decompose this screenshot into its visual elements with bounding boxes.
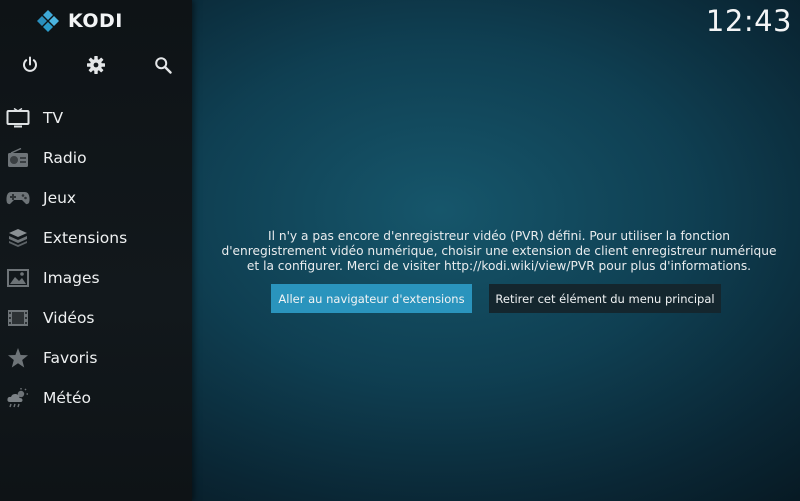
kodi-logo-text: KODI xyxy=(68,10,123,32)
message-line: d'enregistrement vidéo numérique, choisi… xyxy=(221,244,777,258)
gamepad-icon xyxy=(6,186,30,210)
menu-item-tv[interactable]: TV xyxy=(0,98,192,138)
menu-item-images[interactable]: Images xyxy=(0,258,192,298)
menu-label: Favoris xyxy=(43,349,98,367)
pvr-info-message: Il n'y a pas encore d'enregistreur vidéo… xyxy=(206,229,792,274)
remove-from-main-menu-button[interactable]: Retirer cet élément du menu principal xyxy=(489,284,721,313)
menu-label: Extensions xyxy=(43,229,128,247)
menu-label: Vidéos xyxy=(43,309,95,327)
search-icon[interactable] xyxy=(150,52,176,78)
sidebar: KODI TV Radio Jeux Extensions Images Vid… xyxy=(0,0,192,501)
clock: 12:43 xyxy=(705,4,792,38)
message-line: Il n'y a pas encore d'enregistreur vidéo… xyxy=(267,229,731,243)
menu-label: Radio xyxy=(43,149,87,167)
image-icon xyxy=(6,266,30,290)
tv-icon xyxy=(6,106,30,130)
kodi-home-screen: KODI TV Radio Jeux Extensions Images Vid… xyxy=(0,0,800,501)
kodi-logo: KODI xyxy=(36,8,123,34)
menu-item-extensions[interactable]: Extensions xyxy=(0,218,192,258)
star-icon xyxy=(6,346,30,370)
menu-item-games[interactable]: Jeux xyxy=(0,178,192,218)
menu-label: TV xyxy=(43,109,64,127)
kodi-logo-icon xyxy=(37,10,59,32)
film-icon xyxy=(6,306,30,330)
weather-icon xyxy=(6,386,30,410)
menu-item-radio[interactable]: Radio xyxy=(0,138,192,178)
power-icon[interactable] xyxy=(17,52,43,78)
menu-item-weather[interactable]: Météo xyxy=(0,378,192,418)
main-menu: TV Radio Jeux Extensions Images Vidéos F… xyxy=(0,98,192,418)
radio-icon xyxy=(6,146,30,170)
gear-icon[interactable] xyxy=(83,52,109,78)
message-line: et la configurer. Merci de visiter http:… xyxy=(246,259,752,273)
menu-label: Météo xyxy=(43,389,92,407)
go-to-addon-browser-button[interactable]: Aller au navigateur d'extensions xyxy=(271,284,472,313)
box-icon xyxy=(6,226,30,250)
menu-label: Jeux xyxy=(43,189,77,207)
top-icon-bar xyxy=(0,52,192,78)
menu-item-videos[interactable]: Vidéos xyxy=(0,298,192,338)
menu-item-favourites[interactable]: Favoris xyxy=(0,338,192,378)
menu-label: Images xyxy=(43,269,100,287)
